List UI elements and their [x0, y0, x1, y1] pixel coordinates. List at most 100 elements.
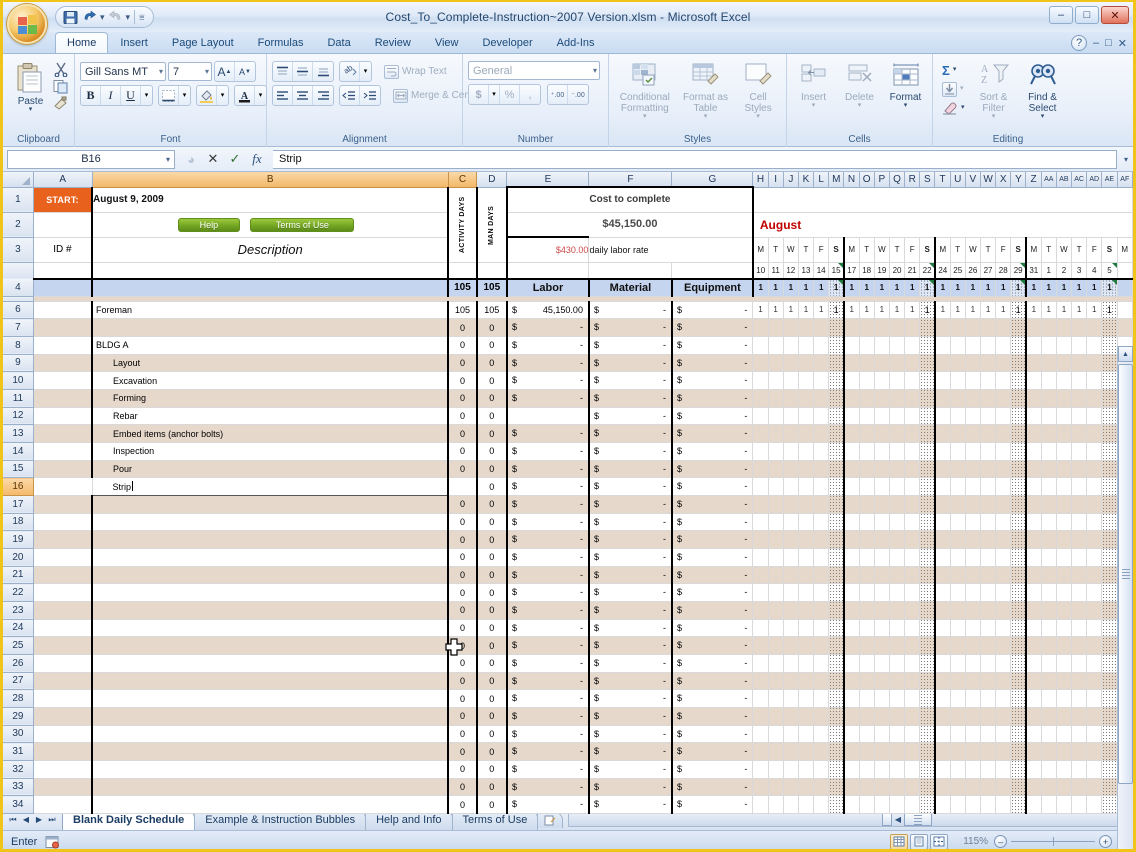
cell-gantt-28-0[interactable] — [753, 690, 768, 708]
cell-gantt-14-10[interactable] — [905, 442, 920, 460]
cell-gantt-14-22[interactable] — [1087, 442, 1102, 460]
row-header-32[interactable]: 32 — [3, 760, 33, 778]
cell-gantt-32-20[interactable] — [1056, 760, 1071, 778]
cell-date-6[interactable]: 17 — [844, 262, 859, 279]
cell-id-27[interactable] — [33, 672, 92, 690]
cell-man-days-15[interactable]: 0 — [477, 460, 507, 478]
cell-gantt-28-8[interactable] — [874, 690, 889, 708]
cell-gantt-8-12[interactable] — [935, 336, 950, 354]
cell-gantt-24-22[interactable] — [1087, 619, 1102, 637]
cell-gantt-10-0[interactable] — [753, 372, 768, 390]
cell-date-14[interactable]: 26 — [965, 262, 980, 279]
cell-gantt-34-5[interactable] — [829, 796, 844, 814]
cell-gantt-21-23[interactable] — [1102, 566, 1117, 584]
cell-D-dates-blank[interactable] — [477, 262, 507, 279]
cell-styles-button[interactable]: Cell Styles ▾ — [735, 59, 781, 120]
cell-gantt-9-7[interactable] — [859, 354, 874, 372]
cell-gantt-16-21[interactable] — [1072, 478, 1087, 496]
cell-gantt-14-16[interactable] — [996, 442, 1011, 460]
cell-gantt-7-4[interactable] — [814, 319, 829, 337]
cell-gantt-11-9[interactable] — [889, 389, 904, 407]
cell-labor-16[interactable]: $- — [507, 478, 589, 496]
column-header-E[interactable]: E — [507, 172, 589, 187]
table-row[interactable]: 14Inspection00$-$-$- — [3, 442, 1133, 460]
cell-gantt-27-11[interactable] — [920, 672, 935, 690]
cell-gantt-7-0[interactable] — [753, 319, 768, 337]
cell-id-14[interactable] — [33, 442, 92, 460]
cell-gantt-22-21[interactable] — [1072, 584, 1087, 602]
cell-gantt-18-2[interactable] — [783, 513, 798, 531]
cell-gantt-14-9[interactable] — [889, 442, 904, 460]
cell-row4-7[interactable]: 1 — [859, 279, 874, 296]
cell-gantt-33-14[interactable] — [965, 778, 980, 796]
cell-gantt-32-0[interactable] — [753, 760, 768, 778]
cell-gantt-17-20[interactable] — [1056, 495, 1071, 513]
cell-gantt-7-20[interactable] — [1056, 319, 1071, 337]
column-header-A[interactable]: A — [33, 172, 92, 187]
cell-gantt-19-3[interactable] — [798, 531, 813, 549]
cell-gantt-30-10[interactable] — [905, 725, 920, 743]
cell-equipment-20[interactable]: $- — [672, 548, 753, 566]
delete-cells-button[interactable]: Delete ▾ — [838, 59, 881, 109]
cell-description-6[interactable]: Foreman — [92, 301, 448, 319]
cell-id-17[interactable] — [33, 495, 92, 513]
cell-gantt-28-16[interactable] — [996, 690, 1011, 708]
cell-gantt-31-15[interactable] — [980, 743, 995, 761]
help-icon[interactable]: ? — [1071, 35, 1087, 51]
cell-gantt-31-12[interactable] — [935, 743, 950, 761]
cell-gantt-6-16[interactable]: 1 — [996, 301, 1011, 319]
cell-gantt-7-3[interactable] — [798, 319, 813, 337]
cell-gantt-25-21[interactable] — [1072, 637, 1087, 655]
cell-gantt-18-14[interactable] — [965, 513, 980, 531]
cell-gantt-25-17[interactable] — [1011, 637, 1026, 655]
cell-gantt-20-19[interactable] — [1041, 548, 1056, 566]
cell-gantt-20-23[interactable] — [1102, 548, 1117, 566]
cell-gantt-19-21[interactable] — [1072, 531, 1087, 549]
tab-page-layout[interactable]: Page Layout — [160, 32, 246, 53]
cell-gantt-15-10[interactable] — [905, 460, 920, 478]
cell-id-33[interactable] — [33, 778, 92, 796]
format-cells-dropdown-icon[interactable]: ▾ — [904, 103, 908, 109]
cell-id-10[interactable] — [33, 372, 92, 390]
cell-gantt-34-7[interactable] — [859, 796, 874, 814]
cell-gantt-24-2[interactable] — [783, 619, 798, 637]
cell-gantt-9-21[interactable] — [1072, 354, 1087, 372]
cell-date-16[interactable]: 28 — [996, 262, 1011, 279]
cell-gantt-12-11[interactable] — [920, 407, 935, 425]
cell-gantt-30-0[interactable] — [753, 725, 768, 743]
cell-gantt-26-8[interactable] — [874, 654, 889, 672]
cell-gantt-23-10[interactable] — [905, 601, 920, 619]
insert-function-button[interactable]: fx — [250, 151, 264, 167]
cell-id-9[interactable] — [33, 354, 92, 372]
cell-equipment-11[interactable]: $- — [672, 389, 753, 407]
cell-gantt-13-22[interactable] — [1087, 425, 1102, 443]
cell-gantt-7-24[interactable] — [1117, 319, 1132, 337]
cell-material-23[interactable]: $- — [589, 601, 672, 619]
cell-gantt-10-12[interactable] — [935, 372, 950, 390]
cell-gantt-12-22[interactable] — [1087, 407, 1102, 425]
cell-gantt-16-19[interactable] — [1041, 478, 1056, 496]
cell-gantt-20-4[interactable] — [814, 548, 829, 566]
cell-gantt-16-14[interactable] — [965, 478, 980, 496]
cell-gantt-16-5[interactable] — [829, 478, 844, 496]
cell-gantt-19-4[interactable] — [814, 531, 829, 549]
cell-gantt-32-5[interactable] — [829, 760, 844, 778]
cell-gantt-24-4[interactable] — [814, 619, 829, 637]
cell-gantt-27-8[interactable] — [874, 672, 889, 690]
cell-date-13[interactable]: 25 — [950, 262, 965, 279]
cell-gantt-10-2[interactable] — [783, 372, 798, 390]
copy-icon[interactable] — [53, 79, 69, 94]
cell-gantt-27-7[interactable] — [859, 672, 874, 690]
cell-dow-21[interactable]: T — [1072, 237, 1087, 262]
cell-id-28[interactable] — [33, 690, 92, 708]
cell-gantt-21-2[interactable] — [783, 566, 798, 584]
cell-gantt-29-3[interactable] — [798, 707, 813, 725]
cell-gantt-31-0[interactable] — [753, 743, 768, 761]
cell-gantt-7-10[interactable] — [905, 319, 920, 337]
orientation-dropdown-icon[interactable]: ▾ — [360, 62, 371, 81]
cell-gantt-24-18[interactable] — [1026, 619, 1041, 637]
cell-description-24[interactable] — [92, 619, 448, 637]
cell-gantt-32-18[interactable] — [1026, 760, 1041, 778]
cell-gantt-10-5[interactable] — [829, 372, 844, 390]
cell-gantt-24-17[interactable] — [1011, 619, 1026, 637]
